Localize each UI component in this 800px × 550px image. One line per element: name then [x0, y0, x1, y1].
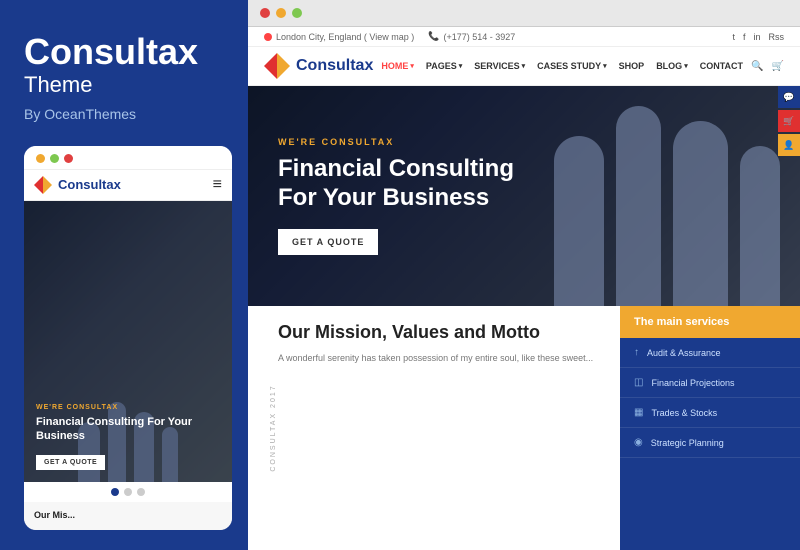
location-text: London City, England ( View map ): [276, 32, 414, 42]
cart-icon[interactable]: 🛒: [772, 61, 784, 72]
browser-content: London City, England ( View map ) 📞 (+17…: [248, 27, 800, 550]
phone-text: (+177) 514 - 3927: [443, 32, 515, 42]
theme-author: By OceanThemes: [24, 106, 224, 122]
service-item-financial[interactable]: ◫ Financial Projections: [620, 368, 800, 398]
nav-pages-caret: ▾: [459, 62, 463, 70]
services-header: The main services: [620, 306, 800, 338]
mobile-logo: Consultax: [34, 176, 121, 194]
browser-dot-yellow: [276, 8, 286, 18]
browser-chrome: [248, 0, 800, 27]
services-list: ↑ Audit & Assurance ◫ Financial Projecti…: [620, 338, 800, 458]
left-panel: Consultax Theme By OceanThemes Consultax…: [0, 0, 248, 550]
mobile-hero-content: WE'RE CONSULTAX Financial Consulting For…: [36, 404, 220, 471]
mobile-logo-icon: [34, 176, 52, 194]
audit-icon: ↑: [634, 347, 639, 358]
sidebar-user-icon[interactable]: 👤: [778, 134, 800, 156]
search-icon[interactable]: 🔍: [751, 61, 763, 72]
right-panel: London City, England ( View map ) 📞 (+17…: [248, 0, 800, 550]
site-topbar: London City, England ( View map ) 📞 (+17…: [248, 27, 800, 47]
mobile-hero-title: Financial Consulting For Your Business: [36, 415, 220, 444]
mobile-menu-icon[interactable]: ≡: [213, 176, 222, 194]
nav-blog[interactable]: BLOG ▾: [656, 61, 688, 71]
mobile-dot-red: [64, 154, 73, 163]
nav-cases-caret: ▾: [603, 62, 607, 70]
trades-label: Trades & Stocks: [651, 408, 717, 418]
theme-title: Consultax: [24, 32, 224, 72]
mobile-preview: Consultax ≡ WE'RE CONSULTAX Financial Co…: [24, 146, 232, 530]
twitter-link[interactable]: t: [732, 32, 735, 42]
strategic-label: Strategic Planning: [651, 438, 724, 448]
services-header-text: The main services: [634, 316, 729, 328]
services-panel: The main services ↑ Audit & Assurance ◫ …: [620, 306, 800, 550]
mobile-topbar: [24, 146, 232, 170]
site-nav: HOME ▾ PAGES ▾ SERVICES ▾ CASES STUDY ▾ …: [381, 61, 743, 71]
nav-contact[interactable]: CONTACT: [700, 61, 743, 71]
mobile-mission-title: Our Mis...: [34, 510, 222, 522]
hero-sidebar: 💬 🛒 👤: [778, 86, 800, 306]
trades-icon: ▦: [634, 407, 643, 418]
site-header: Consultax HOME ▾ PAGES ▾ SERVICES ▾ CASE…: [248, 47, 800, 86]
hero-content: WE'RE CONSULTAX Financial Consulting For…: [278, 137, 770, 255]
nav-services[interactable]: SERVICES ▾: [474, 61, 525, 71]
browser-dot-red: [260, 8, 270, 18]
phone-icon: 📞: [428, 31, 439, 42]
mission-rotated-label: CONSULTAX 2017: [270, 384, 277, 471]
nav-home[interactable]: HOME ▾: [381, 61, 414, 71]
mobile-hero: WE'RE CONSULTAX Financial Consulting For…: [24, 201, 232, 483]
mobile-dot-yellow: [36, 154, 45, 163]
service-item-strategic[interactable]: ◉ Strategic Planning: [620, 428, 800, 458]
mobile-dot-2: [124, 488, 132, 496]
audit-label: Audit & Assurance: [647, 348, 721, 358]
site-logo-area: Consultax: [264, 53, 373, 79]
hero-title: Financial Consulting For Your Business: [278, 155, 558, 213]
nav-blog-caret: ▾: [684, 62, 688, 70]
mobile-dot-green: [50, 154, 59, 163]
nav-home-caret: ▾: [410, 62, 414, 70]
mission-text: A wonderful serenity has taken possessio…: [268, 352, 600, 366]
hero-tag: WE'RE CONSULTAX: [278, 137, 770, 147]
facebook-link[interactable]: f: [743, 32, 746, 42]
mobile-mission-preview: Our Mis...: [24, 502, 232, 530]
hero-cta-button[interactable]: GET A QUOTE: [278, 229, 378, 255]
site-social-links: t f in Rss: [732, 32, 784, 42]
site-logo-icon: [264, 53, 290, 79]
financial-label: Financial Projections: [651, 378, 734, 388]
site-hero: WE'RE CONSULTAX Financial Consulting For…: [248, 86, 800, 306]
nav-pages[interactable]: PAGES ▾: [426, 61, 462, 71]
mobile-dot-3: [137, 488, 145, 496]
mobile-logo-text: Consultax: [58, 177, 121, 192]
mobile-traffic-lights: [36, 154, 73, 163]
site-mission: CONSULTAX 2017 Our Mission, Values and M…: [248, 306, 620, 550]
site-topbar-left: London City, England ( View map ) 📞 (+17…: [264, 31, 515, 42]
service-item-audit[interactable]: ↑ Audit & Assurance: [620, 338, 800, 368]
rss-link[interactable]: Rss: [769, 32, 785, 42]
mobile-dot-1: [111, 488, 119, 496]
nav-services-caret: ▾: [522, 62, 526, 70]
site-logo-text: Consultax: [296, 57, 373, 75]
sidebar-cart-icon[interactable]: 🛒: [778, 110, 800, 132]
nav-icons: 🔍 🛒: [751, 61, 784, 72]
location-icon: [264, 33, 272, 41]
mobile-cta-button[interactable]: GET A QUOTE: [36, 455, 105, 470]
sidebar-chat-icon[interactable]: 💬: [778, 86, 800, 108]
mobile-bottom-dots: [24, 482, 232, 502]
strategic-icon: ◉: [634, 437, 643, 448]
theme-subtitle: Theme: [24, 72, 224, 98]
site-below-hero: CONSULTAX 2017 Our Mission, Values and M…: [248, 306, 800, 550]
browser-dot-green: [292, 8, 302, 18]
mobile-hero-tag: WE'RE CONSULTAX: [36, 404, 220, 411]
nav-shop[interactable]: SHOP: [619, 61, 645, 71]
financial-icon: ◫: [634, 377, 643, 388]
linkedin-link[interactable]: in: [753, 32, 760, 42]
mission-title: Our Mission, Values and Motto: [268, 322, 600, 344]
nav-cases[interactable]: CASES STUDY ▾: [537, 61, 607, 71]
service-item-trades[interactable]: ▦ Trades & Stocks: [620, 398, 800, 428]
